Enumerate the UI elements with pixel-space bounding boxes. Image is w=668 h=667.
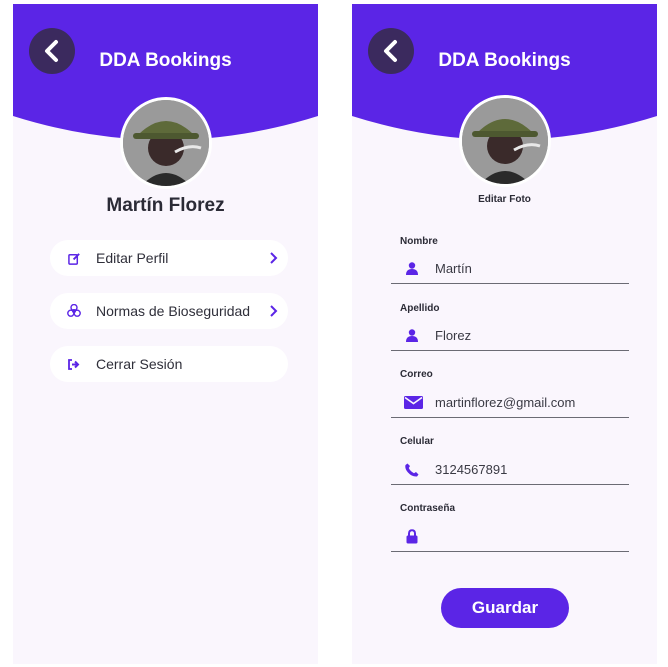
edit-profile-screen: DDA Bookings Editar Foto Nombre Martín A…	[352, 4, 657, 664]
last-name-field[interactable]: Florez	[391, 321, 629, 351]
app-title: DDA Bookings	[438, 50, 571, 71]
last-name-value[interactable]: Florez	[435, 328, 615, 343]
biohazard-icon	[66, 303, 82, 319]
chevron-right-icon	[270, 305, 278, 317]
email-value[interactable]: martinflorez@gmail.com	[435, 395, 615, 410]
menu-item-logout[interactable]: Cerrar Sesión	[50, 346, 288, 382]
avatar[interactable]	[459, 95, 551, 187]
envelope-icon	[403, 394, 423, 412]
phone-field[interactable]: 3124567891	[391, 455, 629, 485]
app-title: DDA Bookings	[99, 50, 232, 71]
logout-icon	[66, 356, 82, 372]
user-name: Martín Florez	[106, 195, 225, 216]
chevron-right-icon	[270, 252, 278, 264]
password-field[interactable]	[391, 522, 629, 552]
phone-icon	[403, 461, 421, 479]
edit-icon	[66, 250, 82, 266]
user-icon	[403, 327, 421, 345]
phone-value[interactable]: 3124567891	[435, 462, 615, 477]
edit-photo-link[interactable]: Editar Foto	[352, 194, 657, 205]
avatar	[120, 97, 212, 189]
menu-item-label: Normas de Bioseguridad	[96, 303, 251, 319]
email-field[interactable]: martinflorez@gmail.com	[391, 388, 629, 418]
last-name-label: Apellido	[400, 303, 440, 314]
save-button[interactable]: Guardar	[441, 588, 569, 628]
profile-screen: DDA Bookings Martín Florez Editar Perfil…	[13, 4, 318, 664]
password-label: Contraseña	[400, 503, 456, 514]
phone-label: Celular	[400, 436, 434, 447]
menu-item-label: Editar Perfil	[96, 250, 169, 266]
first-name-value[interactable]: Martín	[435, 261, 615, 276]
email-label: Correo	[400, 369, 433, 380]
menu-item-edit-profile[interactable]: Editar Perfil	[50, 240, 288, 276]
first-name-field[interactable]: Martín	[391, 254, 629, 284]
user-icon	[403, 260, 421, 278]
lock-icon	[403, 528, 421, 546]
first-name-label: Nombre	[400, 236, 438, 247]
menu-item-label: Cerrar Sesión	[96, 356, 183, 372]
menu-item-biosafety[interactable]: Normas de Bioseguridad	[50, 293, 288, 329]
